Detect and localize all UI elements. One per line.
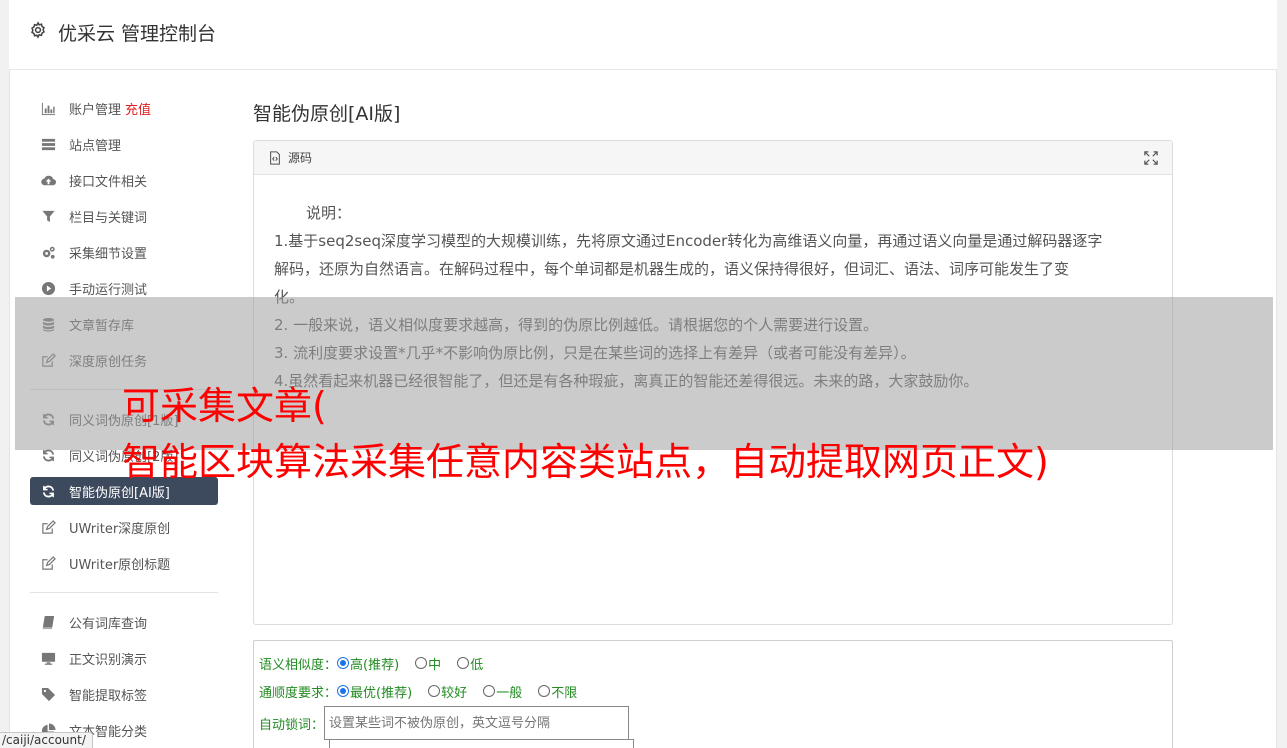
gears-icon [38, 244, 58, 260]
fullscreen-icon[interactable] [1144, 151, 1158, 165]
options-form: 语义相似度： 高(推荐) 中 低 通顺度要求： 最优(推荐) 较好 一般 不限 … [253, 640, 1173, 748]
refresh-icon [38, 483, 58, 499]
book-icon [38, 614, 58, 630]
sidebar-item-label: UWriter深度原创 [69, 521, 171, 537]
overlay-line-1: 可采集文章( [122, 384, 327, 428]
second-input[interactable] [329, 739, 634, 748]
radio-label: 中 [428, 657, 442, 673]
panel-header-label[interactable]: 源码 [288, 149, 312, 166]
sidebar-item-label: 采集细节设置 [69, 246, 148, 262]
sidebar-item-account[interactable]: 账户管理 充值 [30, 90, 218, 126]
sidebar-item-uwriter-title[interactable]: UWriter原创标题 [30, 545, 218, 581]
app-title: 优采云 管理控制台 [58, 23, 217, 45]
sidebar-item-text-recognition[interactable]: 正文识别演示 [30, 640, 218, 676]
monitor-icon [38, 650, 58, 666]
note-line: 解码，还原为自然语言。在解码过程中，每个单词都是机器生成的，语义保持得很好，但词… [274, 260, 1070, 278]
sidebar-item-interface-files[interactable]: 接口文件相关 [30, 162, 218, 198]
radio-dot[interactable] [415, 657, 428, 669]
edit-icon [38, 555, 58, 571]
source-editor[interactable]: 说明： 1.基于seq2seq深度学习模型的大规模训练，先将原文通过Encode… [254, 175, 1172, 395]
sidebar-item-label: 深度原创任务 [69, 354, 148, 370]
sidebar-item-deep-original-task[interactable]: 深度原创任务 [30, 342, 218, 378]
sidebar-item-label: 手动运行测试 [69, 282, 148, 298]
sidebar-item-manual-test[interactable]: 手动运行测试 [30, 270, 218, 306]
radio-dot[interactable] [483, 685, 496, 697]
refresh-icon [38, 411, 58, 427]
similarity-row: 语义相似度： 高(推荐) 中 低 [259, 649, 1172, 677]
similarity-high-radio[interactable]: 高(推荐) [337, 654, 399, 673]
bar-chart-icon [38, 100, 58, 116]
sidebar-item-label: 智能提取标签 [69, 688, 148, 704]
page-title: 智能伪原创[AI版] [253, 103, 401, 125]
overlay-line-2: 智能区块算法采集任意内容类站点，自动提取网页正文) [122, 440, 1049, 484]
lock-words-label: 自动锁词： [259, 717, 325, 733]
similarity-label: 语义相似度： [259, 657, 338, 673]
sidebar-item-sites[interactable]: 站点管理 [30, 126, 218, 162]
radio-dot[interactable] [538, 685, 551, 697]
sidebar-item-label: UWriter原创标题 [69, 557, 171, 573]
gear-icon [31, 21, 45, 39]
sidebar-item-label: 站点管理 [69, 138, 122, 154]
radio-label: 高(推荐) [350, 657, 400, 673]
radio-label: 一般 [496, 685, 523, 701]
lock-words-row: 自动锁词： [259, 705, 1172, 741]
note-line: 2. 一般来说，语义相似度要求越高，得到的伪原比例越低。请根据您的个人需要进行设… [274, 316, 879, 334]
sidebar-item-public-lexicon[interactable]: 公有词库查询 [30, 604, 218, 640]
cloud-upload-icon [38, 172, 58, 188]
radio-label: 最优(推荐) [350, 685, 413, 701]
sidebar-item-columns-keywords[interactable]: 栏目与关键词 [30, 198, 218, 234]
filter-icon [38, 208, 58, 224]
fluency-any-radio[interactable]: 不限 [538, 682, 577, 701]
note-line: 化。 [274, 288, 305, 306]
radio-dot[interactable] [337, 685, 350, 697]
radio-dot[interactable] [428, 685, 441, 697]
radio-label: 较好 [441, 685, 468, 701]
similarity-mid-radio[interactable]: 中 [415, 654, 441, 673]
tag-icon [38, 686, 58, 702]
radio-label: 不限 [551, 685, 578, 701]
fluency-best-radio[interactable]: 最优(推荐) [337, 682, 412, 701]
fluency-row: 通顺度要求： 最优(推荐) 较好 一般 不限 [259, 677, 1172, 705]
sidebar-item-label: 接口文件相关 [69, 174, 148, 190]
database-icon [38, 316, 58, 332]
sidebar-item-smart-tags[interactable]: 智能提取标签 [30, 676, 218, 712]
play-circle-icon [38, 280, 58, 296]
refresh-icon [38, 447, 58, 463]
sidebar-item-uwriter-deep[interactable]: UWriter深度原创 [30, 509, 218, 545]
status-bar-url: /caiji/account/ [0, 732, 93, 748]
sidebar-item-label: 公有词库查询 [69, 616, 148, 632]
fluency-good-radio[interactable]: 较好 [428, 682, 467, 701]
sidebar-item-collect-settings[interactable]: 采集细节设置 [30, 234, 218, 270]
sidebar-item-label: 账户管理 [69, 102, 122, 118]
sidebar-divider [30, 592, 218, 593]
source-file-icon [270, 150, 280, 165]
server-icon [38, 136, 58, 152]
recharge-link[interactable]: 充值 [125, 99, 151, 118]
radio-dot[interactable] [337, 657, 350, 669]
radio-label: 低 [470, 657, 484, 673]
edit-icon [38, 352, 58, 368]
overlay-caption: 可采集文章( 智能区块算法采集任意内容类站点，自动提取网页正文) [122, 378, 1049, 490]
radio-dot[interactable] [457, 657, 470, 669]
top-bar: 优采云 管理控制台 [9, 0, 1277, 70]
note-line: 1.基于seq2seq深度学习模型的大规模训练，先将原文通过Encoder转化为… [274, 232, 1103, 250]
sidebar-item-label: 文章暂存库 [69, 318, 135, 334]
lock-words-input[interactable] [324, 706, 630, 740]
note-line: 3. 流利度要求设置*几乎*不影响伪原比例，只是在某些词的选择上有差异（或者可能… [274, 344, 916, 362]
fluency-label: 通顺度要求： [259, 685, 338, 701]
sidebar-item-label: 栏目与关键词 [69, 210, 148, 226]
sidebar-item-article-store[interactable]: 文章暂存库 [30, 306, 218, 342]
similarity-low-radio[interactable]: 低 [457, 654, 483, 673]
note-title: 说明： [306, 204, 352, 222]
panel-header: 源码 [254, 141, 1172, 175]
edit-icon [38, 519, 58, 535]
fluency-normal-radio[interactable]: 一般 [483, 682, 522, 701]
sidebar-item-label: 正文识别演示 [69, 652, 148, 668]
